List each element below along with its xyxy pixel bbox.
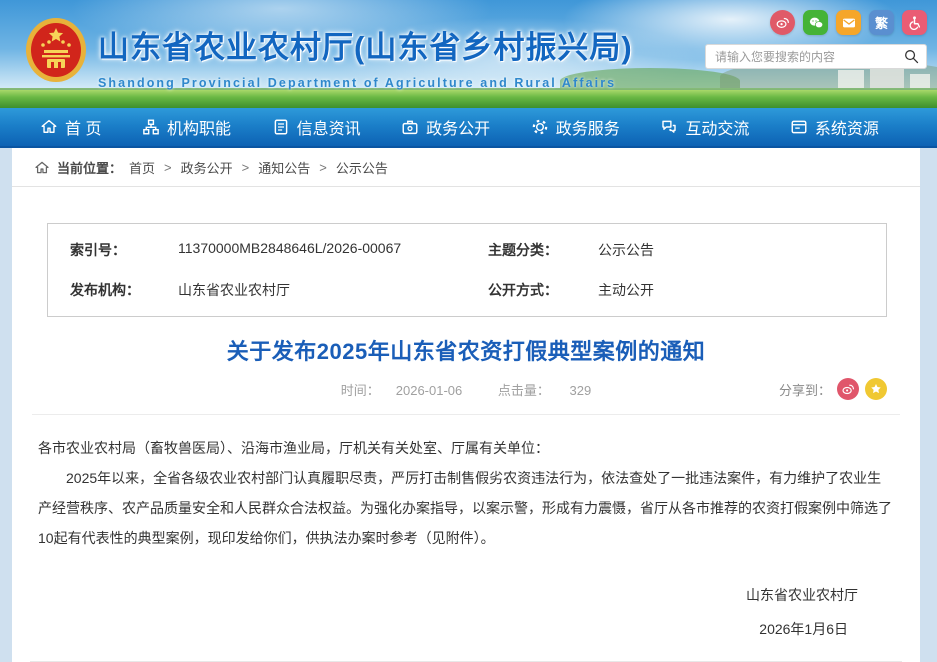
traditional-chinese-toggle[interactable]: 繁 [869, 10, 894, 35]
time-value: 2026-01-06 [396, 383, 463, 398]
site-title: 山东省农业农村厅(山东省乡村振兴局) [98, 22, 633, 67]
document-meta-table: 索引号： 11370000MB2848646L/2026-00067 主题分类：… [47, 223, 887, 317]
accessibility-icon[interactable] [902, 10, 927, 35]
share-label: 分享到： [779, 380, 831, 399]
article-paragraph-salutation: 各市农业农村局（畜牧兽医局）、沿海市渔业局，厅机关有关处室、厅属有关单位： [38, 433, 892, 463]
monitor-icon [790, 118, 808, 136]
home-icon [40, 118, 58, 136]
breadcrumb-item-announcements[interactable]: 公示公告 [336, 158, 388, 177]
nav-label: 首 页 [65, 115, 101, 139]
meta-label-index: 索引号： [70, 240, 178, 260]
weibo-icon[interactable] [770, 10, 795, 35]
signature-date: 2026年1月6日 [12, 619, 920, 639]
time-label: 时间： [341, 383, 380, 398]
breadcrumb-item-notices[interactable]: 通知公告 [258, 158, 310, 177]
nav-label: 系统资源 [815, 115, 879, 139]
nav-item-gov-services[interactable]: 政务服务 [531, 115, 620, 139]
wechat-icon[interactable] [803, 10, 828, 35]
exchange-icon [660, 118, 678, 136]
breadcrumb-label: 当前位置： [57, 158, 122, 177]
org-chart-icon [142, 118, 160, 136]
main-navigation: 首 页 机构职能 信息资讯 政务公开 政务服务 互动交流 系统资源 [0, 108, 937, 148]
nav-item-gov-disclosure[interactable]: 政务公开 [401, 115, 490, 139]
nav-label: 机构职能 [167, 115, 231, 139]
article-title: 关于发布2025年山东省农资打假典型案例的通知 [12, 334, 920, 366]
nav-item-home[interactable]: 首 页 [40, 115, 101, 139]
document-icon [272, 118, 290, 136]
mail-icon[interactable] [836, 10, 861, 35]
article-body: 各市农业农村局（畜牧兽医局）、沿海市渔业局，厅机关有关处室、厅属有关单位： 20… [12, 415, 920, 553]
breadcrumb-separator: > [319, 160, 327, 175]
quick-links: 繁 [770, 10, 927, 35]
nav-label: 政务服务 [556, 115, 620, 139]
meta-value-mode: 主动公开 [598, 280, 886, 300]
meta-value-issuer: 山东省农业农村厅 [178, 280, 488, 300]
breadcrumb: 当前位置： 首页 > 政务公开 > 通知公告 > 公示公告 [12, 148, 920, 187]
nav-item-news[interactable]: 信息资讯 [272, 115, 361, 139]
share-bar: 分享到： [779, 378, 887, 400]
nav-item-interaction[interactable]: 互动交流 [660, 115, 749, 139]
banner-fields [0, 88, 937, 108]
breadcrumb-separator: > [164, 160, 172, 175]
nav-item-org[interactable]: 机构职能 [142, 115, 231, 139]
weibo-share-icon[interactable] [837, 378, 859, 400]
gear-icon [531, 118, 549, 136]
site-banner: 山东省农业农村厅(山东省乡村振兴局) Shandong Provincial D… [0, 0, 937, 108]
content-area: 当前位置： 首页 > 政务公开 > 通知公告 > 公示公告 索引号： 11370… [12, 148, 920, 662]
meta-label-category: 主题分类： [488, 240, 598, 260]
nav-item-resources[interactable]: 系统资源 [790, 115, 879, 139]
nav-label: 政务公开 [426, 115, 490, 139]
signature-org: 山东省农业农村厅 [12, 585, 920, 605]
meta-value-category: 公示公告 [598, 240, 886, 260]
breadcrumb-item-gov-disclosure[interactable]: 政务公开 [181, 158, 233, 177]
nav-label: 信息资讯 [297, 115, 361, 139]
qzone-star-icon[interactable] [865, 378, 887, 400]
article-paragraph-main: 2025年以来，全省各级农业农村部门认真履职尽责，严厉打击制售假劣农资违法行为，… [38, 463, 892, 553]
hits-label: 点击量： [498, 383, 550, 398]
breadcrumb-item-home[interactable]: 首页 [129, 158, 155, 177]
search-input[interactable] [715, 50, 903, 64]
home-icon [34, 160, 50, 176]
meta-label-mode: 公开方式： [488, 280, 598, 300]
breadcrumb-separator: > [242, 160, 250, 175]
meta-value-index: 11370000MB2848646L/2026-00067 [178, 240, 488, 260]
search-icon[interactable] [903, 48, 920, 65]
briefcase-icon [401, 118, 419, 136]
meta-label-issuer: 发布机构： [70, 280, 178, 300]
nav-label: 互动交流 [685, 115, 749, 139]
hits-value: 329 [570, 383, 592, 398]
search-box[interactable] [705, 44, 927, 69]
national-emblem-logo [24, 16, 88, 84]
site-subtitle: Shandong Provincial Department of Agricu… [98, 76, 633, 90]
